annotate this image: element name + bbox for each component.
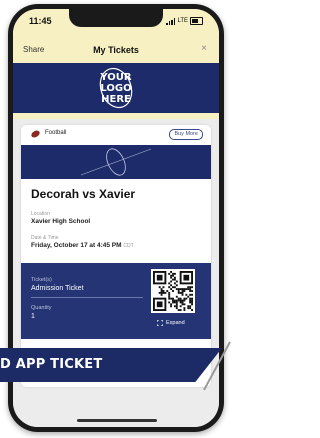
promo-caption: D APP TICKET	[0, 357, 103, 372]
qr-code-icon[interactable]	[151, 269, 195, 313]
ribbon-slash-decoration	[203, 341, 231, 391]
logo-line-3: HERE	[101, 94, 131, 105]
datetime-value: Friday, October 17 at 4:45 PM	[31, 242, 122, 249]
signal-bars-icon	[166, 17, 176, 25]
sport-label: Football	[45, 130, 67, 136]
datetime-row: Friday, October 17 at 4:45 PM CDT	[31, 242, 134, 249]
close-icon[interactable]: ×	[201, 43, 207, 54]
tickets-label: Ticket(s)	[31, 277, 52, 283]
tickets-value: Admission Ticket	[31, 285, 84, 292]
status-time: 11:45	[29, 16, 52, 26]
location-label: Location	[31, 211, 50, 217]
logo-line-2: LOGO	[100, 83, 131, 94]
football-icon	[30, 129, 41, 139]
status-indicators: LTE	[166, 17, 203, 25]
timezone: CDT	[123, 243, 134, 249]
datetime-label: Date & Time	[31, 235, 59, 241]
promo-ribbon: D APP TICKET	[0, 348, 222, 382]
quantity-value: 1	[31, 313, 35, 320]
quantity-label: Quantity	[31, 305, 52, 311]
event-graphic	[80, 148, 152, 176]
ticket-card[interactable]: Football Buy More Decorah vs Xavier Loca…	[21, 125, 211, 387]
nav-bar: Share My Tickets ×	[13, 39, 219, 64]
location-value: Xavier High School	[31, 218, 91, 225]
network-type: LTE	[177, 18, 188, 24]
page-title: My Tickets	[93, 45, 139, 55]
event-image	[21, 145, 211, 179]
ticket-divider	[31, 297, 143, 298]
event-title: Decorah vs Xavier	[31, 187, 136, 201]
expand-button[interactable]: Expand	[157, 320, 185, 326]
phone-notch	[69, 9, 163, 27]
school-banner: YOUR LOGO HERE	[13, 63, 219, 113]
ticket-details[interactable]: Ticket(s) Admission Ticket Quantity 1 Ex…	[21, 263, 211, 339]
expand-icon	[157, 320, 163, 326]
qr-code-graphic	[153, 271, 193, 311]
card-header: Football Buy More	[21, 125, 211, 145]
buy-more-button[interactable]: Buy More	[169, 129, 203, 140]
battery-icon	[190, 17, 203, 25]
home-indicator	[77, 419, 157, 422]
expand-label: Expand	[166, 320, 185, 326]
logo-placeholder: YOUR LOGO HERE	[99, 67, 133, 109]
logo-line-1: YOUR	[99, 72, 132, 83]
